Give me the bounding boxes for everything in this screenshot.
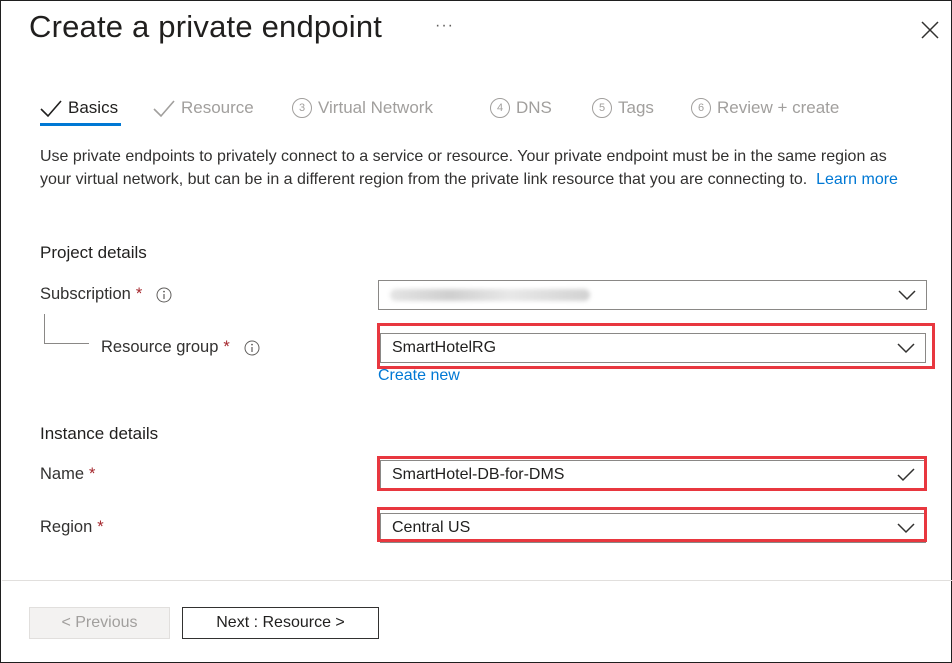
checkmark-icon (40, 98, 62, 118)
tab-basics[interactable]: Basics (40, 89, 121, 127)
subscription-label-text: Subscription (40, 285, 131, 303)
region-label: Region * (40, 518, 104, 537)
info-icon[interactable] (244, 340, 260, 356)
tab-label: DNS (516, 98, 552, 117)
project-details-heading: Project details (40, 243, 147, 262)
more-options-button[interactable]: ··· (435, 17, 454, 35)
highlight-box (377, 507, 927, 542)
create-new-link[interactable]: Create new (378, 367, 460, 385)
subscription-label: Subscription * (40, 285, 172, 304)
step-number-badge: 3 (292, 98, 312, 118)
subscription-value-redacted (390, 289, 590, 301)
tab-dns[interactable]: 4 DNS (490, 89, 552, 127)
previous-button[interactable]: < Previous (29, 607, 170, 639)
tree-connector (44, 314, 89, 344)
required-asterisk: * (223, 338, 230, 356)
learn-more-link[interactable]: Learn more (816, 171, 898, 188)
instance-details-heading: Instance details (40, 424, 159, 443)
region-label-text: Region (40, 518, 93, 536)
highlight-box (377, 456, 927, 491)
tab-virtual-network[interactable]: 3 Virtual Network (292, 89, 433, 127)
info-icon[interactable] (156, 287, 172, 303)
tab-label: Tags (618, 98, 654, 117)
tab-label: Basics (68, 98, 119, 117)
tab-label: Review + create (717, 98, 840, 117)
resource-group-label-text: Resource group (101, 338, 219, 356)
wizard-tabs: Basics Resource 3 Virtual Network 4 DNS … (40, 89, 920, 129)
required-asterisk: * (89, 465, 96, 483)
subscription-dropdown[interactable] (378, 280, 927, 310)
name-label: Name * (40, 465, 95, 484)
tab-label: Virtual Network (318, 98, 433, 117)
next-resource-button[interactable]: Next : Resource > (182, 607, 379, 639)
page-title: Create a private endpoint (29, 9, 383, 44)
description-text: Use private endpoints to privately conne… (40, 145, 900, 191)
step-number-badge: 5 (592, 98, 612, 118)
active-tab-indicator (40, 123, 121, 126)
description-body: Use private endpoints to privately conne… (40, 148, 887, 188)
step-number-badge: 4 (490, 98, 510, 118)
checkmark-icon (153, 98, 175, 118)
highlight-box (377, 323, 935, 369)
close-icon[interactable] (919, 19, 941, 41)
step-number-badge: 6 (691, 98, 711, 118)
tab-resource[interactable]: Resource (153, 89, 254, 127)
required-asterisk: * (97, 518, 104, 536)
footer-divider (2, 580, 952, 581)
tab-tags[interactable]: 5 Tags (592, 89, 654, 127)
tab-review-create[interactable]: 6 Review + create (691, 89, 839, 127)
create-private-endpoint-blade: Create a private endpoint ··· Basics Res… (0, 0, 952, 663)
tab-label: Resource (181, 98, 254, 117)
chevron-down-icon (898, 288, 916, 302)
resource-group-label: Resource group * (101, 338, 260, 357)
name-label-text: Name (40, 465, 85, 483)
required-asterisk: * (135, 285, 143, 303)
